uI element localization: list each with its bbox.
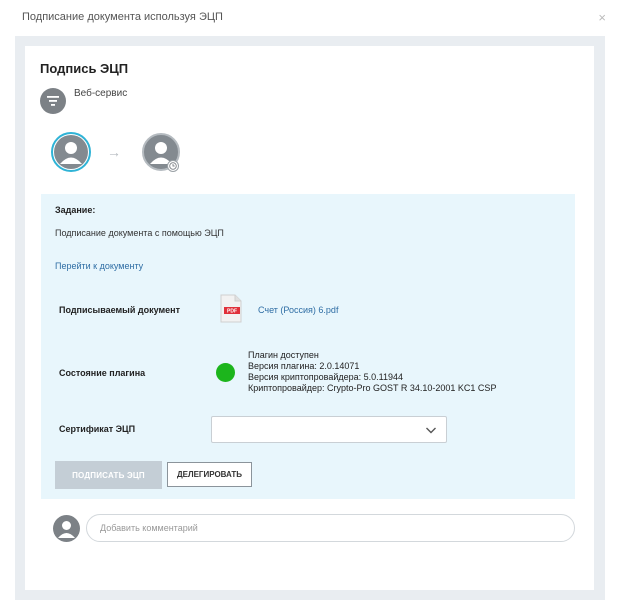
pdf-file-icon[interactable]: PDF xyxy=(220,294,242,323)
card-title: Подпись ЭЦП xyxy=(40,61,129,76)
modal-header: Подписание документа используя ЭЦП × xyxy=(0,0,618,36)
user-avatar-icon xyxy=(53,515,80,542)
document-file-link[interactable]: Счет (Россия) 6.pdf xyxy=(258,305,338,315)
plugin-info: Плагин доступен Версия плагина: 2.0.1407… xyxy=(248,350,496,394)
close-icon[interactable]: × xyxy=(598,10,606,26)
certificate-label: Сертификат ЭЦП xyxy=(59,424,136,434)
comment-input[interactable] xyxy=(86,514,575,542)
arrow-right-icon: → xyxy=(107,144,121,160)
task-label: Задание: xyxy=(55,205,96,215)
filter-icon xyxy=(40,88,66,114)
clock-icon xyxy=(167,160,179,172)
document-label: Подписываемый документ xyxy=(59,305,181,315)
step-current-avatar-icon xyxy=(54,135,88,169)
delegate-button[interactable]: ДЕЛЕГИРОВАТЬ xyxy=(167,462,252,487)
certificate-select[interactable] xyxy=(211,416,447,443)
plugin-info-line: Версия криптопровайдера: 5.0.11944 xyxy=(248,372,404,382)
plugin-info-line: Криптопровайдер: Crypto-Pro GOST R 34.10… xyxy=(248,383,497,393)
service-label: Веб-сервис xyxy=(74,88,128,99)
chevron-down-icon xyxy=(426,427,436,434)
plugin-info-line: Плагин доступен xyxy=(248,350,319,360)
modal-title: Подписание документа используя ЭЦП xyxy=(22,11,223,23)
go-to-document-link[interactable]: Перейти к документу xyxy=(55,261,143,271)
plugin-status-indicator xyxy=(216,363,235,382)
plugin-state-label: Состояние плагина xyxy=(59,368,146,378)
svg-text:PDF: PDF xyxy=(227,309,237,315)
plugin-info-line: Версия плагина: 2.0.14071 xyxy=(248,361,360,371)
sign-button[interactable]: ПОДПИСАТЬ ЭЦП xyxy=(55,461,162,489)
task-panel xyxy=(41,194,575,499)
task-text: Подписание документа с помощью ЭЦП xyxy=(55,228,224,238)
